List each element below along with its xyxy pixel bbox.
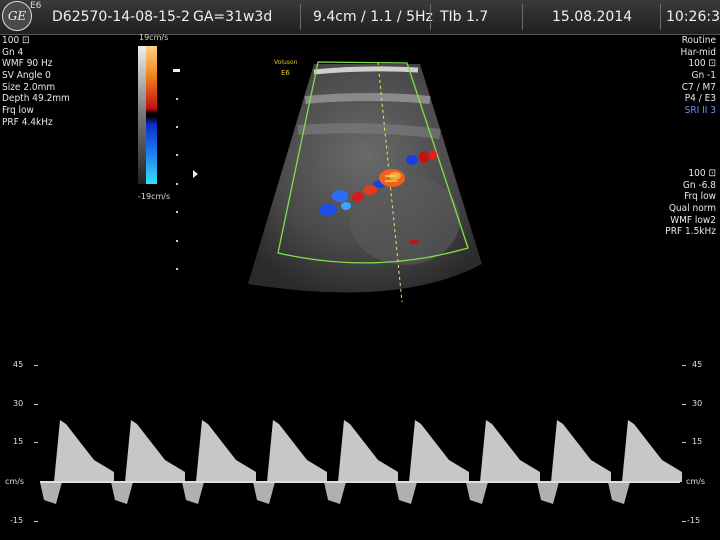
color-velocity-bar (138, 46, 157, 184)
depth-dot (176, 240, 178, 242)
doppler-param-line: WMF 90 Hz (2, 58, 53, 70)
scale-15-left: 15 (13, 437, 24, 446)
systolic-peak (338, 420, 398, 482)
reverse-flow-trace (324, 482, 346, 504)
scale-45-left: 45 (13, 360, 24, 369)
color-scale-strip (146, 46, 157, 184)
tick-mark (682, 521, 686, 522)
depth-dot (176, 154, 178, 156)
exam-date: 15.08.2014 (552, 9, 633, 25)
gestational-age: GA=31w3d (193, 9, 273, 25)
tick-mark (682, 442, 686, 443)
header-divider (430, 4, 431, 30)
reverse-flow-trace (182, 482, 204, 504)
color-param-line: 100 ⊡ (688, 168, 716, 179)
reverse-flow-trace (537, 482, 559, 504)
bmode-param-line: C7 / M7 (681, 81, 716, 93)
color-param-line: Frq low (684, 191, 716, 203)
depth-dot (176, 98, 178, 100)
color-param-line: PRF 1.5kHz (665, 226, 716, 238)
bmode-parameters: Routine Har-mid 100 ⊡ Gn -1 C7 / M7 P4 / E3 SR… (680, 35, 716, 117)
systolic-peak (409, 420, 469, 482)
spectral-waveform (40, 420, 682, 504)
focus-marker-icon (193, 170, 198, 178)
bmode-param-line: P4 / E3 (684, 93, 716, 105)
tib-index: TIb 1.7 (440, 9, 489, 25)
header-divider (522, 4, 523, 30)
doppler-param-line: 100 ⊡ (2, 35, 30, 46)
voluson-model: E6 (281, 69, 290, 77)
scale-unit-right: cm/s (686, 477, 706, 486)
reverse-flow-trace (40, 482, 62, 504)
bmode-param-line: Har-mid (680, 46, 716, 58)
colorbar-top-label: 19cm/s (139, 33, 169, 42)
color-parameters: 100 ⊡ Gn -6.8 Frq low Qual norm WMF low2 PRF … (665, 168, 716, 238)
reverse-flow-trace (111, 482, 133, 504)
ultrasound-image: Voluson E6 (248, 59, 482, 303)
bmode-param-line: Routine (681, 35, 716, 46)
bmode-param-line: Gn -1 (691, 70, 716, 82)
reverse-flow-trace (395, 482, 417, 504)
reverse-flow-trace (466, 482, 488, 504)
doppler-param-line: Gn 4 (2, 46, 24, 58)
scale-unit-left: cm/s (5, 477, 25, 486)
systolic-peak (480, 420, 540, 482)
doppler-param-line: PRF 4.4kHz (2, 116, 53, 128)
depth-dot (176, 268, 178, 270)
scale-45-right: 45 (692, 360, 703, 369)
header-divider (660, 4, 661, 30)
depth-dot (176, 211, 178, 213)
scale-neg15-right: -15 (687, 516, 701, 525)
voluson-brand: Voluson (274, 59, 298, 66)
color-param-line: Qual norm (668, 203, 716, 215)
header-divider (300, 4, 301, 30)
depth-frequency: 9.4cm / 1.1 / 5Hz (313, 9, 433, 25)
tick-mark (34, 442, 38, 443)
depth-dot (176, 183, 178, 185)
color-param-line: WMF low2 (670, 214, 716, 226)
doppler-spectrum (40, 420, 682, 504)
tick-mark (682, 365, 686, 366)
exam-time: 10:26:31 (666, 9, 720, 25)
bmode-param-line: 100 ⊡ (688, 58, 716, 70)
tick-mark (682, 404, 686, 405)
gray-scale-strip (138, 46, 146, 184)
systolic-peak (267, 420, 327, 482)
tick-mark (34, 404, 38, 405)
ge-logo: GE (2, 1, 32, 31)
scale-30-right: 30 (692, 399, 703, 408)
bmode-param-line: SRI II 3 (684, 105, 716, 117)
tick-mark (34, 365, 38, 366)
scale-15-right: 15 (692, 437, 703, 446)
systolic-peak (551, 420, 611, 482)
gain-marker (173, 69, 180, 72)
color-param-line: Gn -6.8 (682, 179, 716, 191)
patient-id: D62570-14-08-15-2 (52, 9, 190, 25)
depth-dot (176, 126, 178, 128)
reverse-flow-trace (253, 482, 275, 504)
doppler-param-line: Depth 49.2mm (2, 93, 70, 105)
doppler-param-line: Size 2.0mm (2, 81, 56, 93)
systolic-peak (196, 420, 256, 482)
doppler-param-line: SV Angle 0 (2, 70, 51, 82)
scale-30-left: 30 (13, 399, 24, 408)
doppler-param-line: Frq low (2, 105, 34, 117)
tick-mark (34, 521, 38, 522)
reverse-flow-trace (608, 482, 630, 504)
doppler-parameters: 100 ⊡ Gn 4 WMF 90 Hz SV Angle 0 Size 2.0mm De… (2, 35, 70, 129)
systolic-peak (125, 420, 185, 482)
colorbar-bottom-label: -19cm/s (138, 192, 171, 201)
systolic-peak (54, 420, 114, 482)
tissue-layer (297, 123, 441, 139)
scale-neg15-left: -15 (10, 516, 24, 525)
uterine-wall-band (304, 93, 431, 104)
probe-label: E6 (30, 1, 42, 11)
systolic-peak (622, 420, 682, 482)
